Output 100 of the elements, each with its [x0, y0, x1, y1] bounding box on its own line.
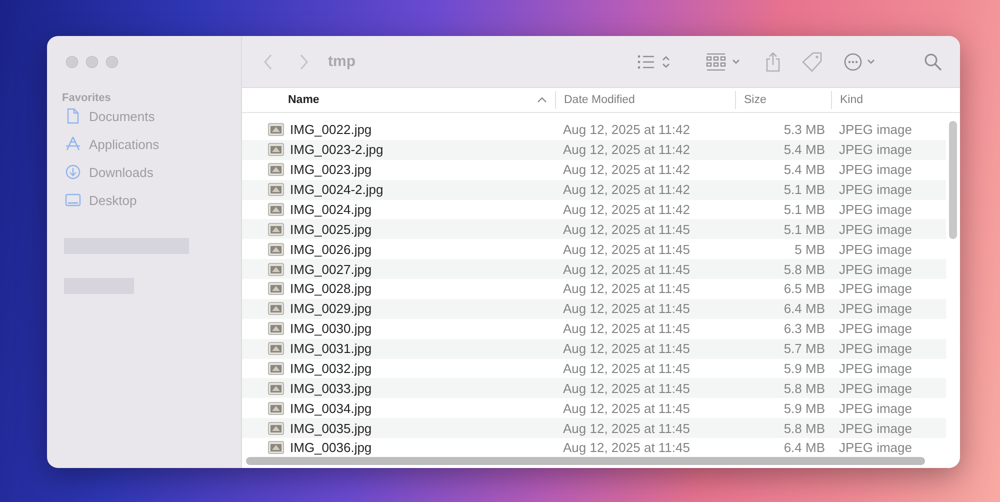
horizontal-scrollbar[interactable] — [246, 457, 925, 465]
size-cell-text: 5.1 MB — [782, 182, 826, 198]
share-button[interactable] — [764, 52, 782, 72]
kind-cell-text: JPEG image — [838, 242, 913, 257]
date-modified-cell-text: Aug 12, 2025 at 11:45 — [562, 341, 691, 356]
image-thumbnail-icon — [268, 362, 284, 375]
date-modified-cell-text: Aug 12, 2025 at 11:45 — [562, 400, 691, 416]
kind-cell-text: JPEG image — [838, 142, 913, 158]
image-thumbnail-icon — [268, 422, 284, 435]
file-name[interactable]: IMG_0024.jpg — [290, 202, 372, 217]
kind-cell-text: JPEG image — [838, 440, 913, 456]
file-name[interactable]: IMG_0023-2.jpg — [290, 142, 384, 158]
date-modified-cell-text: Aug 12, 2025 at 11:42 — [562, 142, 691, 158]
minimize-button[interactable] — [86, 56, 98, 68]
file-name[interactable]: IMG_0036.jpg — [290, 440, 372, 456]
date-modified-cell-text: Aug 12, 2025 at 11:45 — [562, 301, 691, 316]
size-cell-text: 5.1 MB — [782, 222, 826, 237]
list-view-button[interactable] — [636, 52, 672, 70]
date-modified-cell-text: Aug 12, 2025 at 11:42 — [562, 122, 691, 138]
size-cell-text: 5.9 MB — [782, 360, 826, 376]
column-header[interactable]: Name — [242, 91, 555, 109]
image-thumbnail-icon — [268, 163, 284, 176]
download-icon — [64, 164, 80, 180]
image-thumbnail-icon — [268, 282, 284, 296]
size-cell-text: 5.8 MB — [782, 262, 826, 277]
file-name[interactable]: IMG_0022.jpg — [290, 122, 372, 138]
image-thumbnail-icon — [268, 302, 284, 316]
back-button[interactable] — [262, 52, 274, 70]
image-thumbnail-icon — [268, 242, 284, 256]
kind-cell-text: JPEG image — [838, 400, 913, 416]
kind-cell-text: JPEG image — [838, 281, 913, 296]
image-thumbnail-icon — [268, 222, 284, 236]
kind-cell-text: JPEG image — [838, 360, 913, 376]
date-modified-cell-text: Aug 12, 2025 at 11:45 — [562, 262, 691, 277]
kind-cell-text: JPEG image — [838, 202, 913, 217]
size-cell-text: 6.4 MB — [782, 440, 826, 456]
kind-cell-text: JPEG image — [838, 122, 913, 138]
date-modified-cell-text: Aug 12, 2025 at 11:45 — [562, 380, 691, 396]
search-button[interactable] — [924, 52, 942, 70]
file-name[interactable]: IMG_0024-2.jpg — [290, 182, 384, 198]
tag-button[interactable] — [802, 52, 822, 72]
kind-cell-text: JPEG image — [838, 380, 913, 396]
close-button[interactable] — [66, 56, 78, 68]
kind-cell-text: JPEG image — [838, 262, 913, 277]
image-thumbnail-icon — [268, 143, 284, 156]
date-modified-cell-text: Aug 12, 2025 at 11:45 — [562, 281, 691, 296]
size-cell-text: 5 MB — [794, 242, 826, 257]
size-cell-text: 5.1 MB — [782, 202, 826, 217]
size-cell-text: 5.8 MB — [782, 380, 826, 396]
file-name[interactable]: IMG_0023.jpg — [290, 162, 372, 178]
size-cell-text: 6.3 MB — [782, 321, 826, 336]
size-cell-text: 5.7 MB — [782, 341, 826, 356]
vertical-scrollbar[interactable] — [949, 121, 957, 239]
column-header[interactable]: Date Modified — [555, 91, 735, 109]
image-thumbnail-icon — [268, 202, 284, 216]
date-modified-cell-text: Aug 12, 2025 at 11:42 — [562, 162, 691, 178]
zoom-button[interactable] — [106, 56, 118, 68]
size-cell-text: 6.4 MB — [782, 301, 826, 316]
column-header[interactable]: Size — [735, 91, 831, 109]
date-modified-cell-text: Aug 12, 2025 at 11:45 — [562, 321, 691, 336]
image-thumbnail-icon — [268, 183, 284, 196]
section-label: Favorites — [62, 92, 112, 104]
file-name[interactable]: IMG_0026.jpg — [290, 242, 372, 257]
a-shape-icon — [64, 136, 80, 152]
image-thumbnail-icon — [268, 382, 284, 395]
kind-cell-text: JPEG image — [838, 420, 913, 436]
file-name[interactable]: IMG_0030.jpg — [290, 321, 372, 336]
file-name[interactable]: IMG_0032.jpg — [290, 360, 372, 376]
image-thumbnail-icon — [268, 322, 284, 336]
file-name[interactable]: IMG_0027.jpg — [290, 262, 372, 277]
date-modified-cell-text: Aug 12, 2025 at 11:45 — [562, 242, 691, 257]
size-cell-text: 5.4 MB — [782, 142, 826, 158]
file-name[interactable]: IMG_0033.jpg — [290, 380, 372, 396]
file-name[interactable]: IMG_0031.jpg — [290, 341, 372, 356]
file-name[interactable]: IMG_0028.jpg — [290, 281, 372, 296]
size-cell-text: 5.4 MB — [782, 162, 826, 178]
file-name[interactable]: IMG_0034.jpg — [290, 400, 372, 416]
kind-cell-text: JPEG image — [838, 222, 913, 237]
grid-view-button[interactable] — [706, 52, 742, 70]
date-modified-cell-text: Aug 12, 2025 at 11:45 — [562, 222, 691, 237]
kind-cell-text: JPEG image — [838, 321, 913, 336]
forward-button[interactable] — [298, 52, 310, 70]
kind-cell-text: JPEG image — [838, 301, 913, 316]
date-modified-cell-text: Aug 12, 2025 at 11:45 — [562, 440, 691, 456]
date-modified-cell-text: Aug 12, 2025 at 11:42 — [562, 182, 691, 198]
window-title: tmp — [328, 53, 356, 70]
column-header[interactable]: Kind — [831, 91, 959, 109]
kind-cell-text: JPEG image — [838, 182, 913, 198]
size-cell-text: 5.3 MB — [782, 122, 826, 138]
file-name[interactable]: IMG_0025.jpg — [290, 222, 372, 237]
image-thumbnail-icon — [268, 123, 284, 136]
display-icon — [64, 193, 80, 207]
kind-cell-text: JPEG image — [838, 162, 913, 178]
date-modified-cell-text: Aug 12, 2025 at 11:45 — [562, 420, 691, 436]
file-name[interactable]: IMG_0029.jpg — [290, 301, 372, 316]
file-name[interactable]: IMG_0035.jpg — [290, 420, 372, 436]
size-cell-text: 5.9 MB — [782, 400, 826, 416]
image-thumbnail-icon — [268, 342, 284, 356]
date-modified-cell-text: Aug 12, 2025 at 11:42 — [562, 202, 691, 217]
image-thumbnail-icon — [268, 402, 284, 415]
